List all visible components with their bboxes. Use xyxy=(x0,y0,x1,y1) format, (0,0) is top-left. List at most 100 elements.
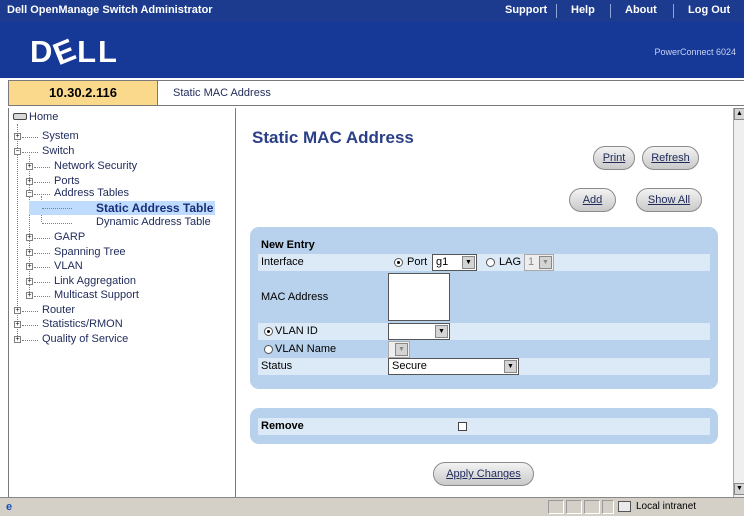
lag-select-value: 1 xyxy=(528,256,535,268)
scroll-down-icon[interactable]: ▼ xyxy=(734,483,744,495)
separator xyxy=(673,4,674,18)
brand-bar: DELL PowerConnect 6024 xyxy=(0,22,744,78)
tree-item-network-security[interactable]: Network Security xyxy=(54,160,137,172)
vlan-id-radio[interactable] xyxy=(264,327,273,336)
print-button[interactable]: Print xyxy=(593,146,635,170)
dell-logo: DELL xyxy=(30,31,119,73)
vlan-id-label: VLAN ID xyxy=(275,325,318,337)
vlan-name-radio[interactable] xyxy=(264,345,273,354)
expand-icon[interactable]: + xyxy=(26,249,33,256)
port-radio[interactable] xyxy=(394,258,403,267)
apply-changes-button[interactable]: Apply Changes xyxy=(433,462,534,486)
expand-icon[interactable]: + xyxy=(14,133,21,140)
new-entry-heading-row: New Entry xyxy=(258,237,710,254)
remove-label: Remove xyxy=(261,420,304,432)
tree-line xyxy=(34,282,50,283)
page-title: Static MAC Address xyxy=(252,128,414,147)
breadcrumb: Static MAC Address xyxy=(173,87,271,99)
status-label: Status xyxy=(261,360,293,372)
tree-line xyxy=(34,167,50,168)
chevron-down-icon: ▼ xyxy=(395,343,408,356)
expand-icon[interactable]: + xyxy=(26,163,33,170)
tree-line xyxy=(22,340,38,341)
vlan-name-row: VLAN Name ▼ xyxy=(258,341,710,358)
mac-address-row: MAC Address xyxy=(258,271,710,323)
device-ip: 10.30.2.116 xyxy=(8,80,158,106)
tree-line xyxy=(42,208,72,209)
tree-item-static-address-table[interactable]: Static Address Table xyxy=(96,201,213,215)
separator xyxy=(610,4,611,18)
expand-icon[interactable]: + xyxy=(26,292,33,299)
tree-item-switch[interactable]: Switch xyxy=(42,145,74,157)
status-select[interactable]: Secure ▼ xyxy=(388,358,519,375)
expand-icon[interactable]: + xyxy=(14,336,21,343)
interface-label: Interface xyxy=(261,256,304,268)
port-label: Port xyxy=(407,256,428,268)
tree-item-ports[interactable]: Ports xyxy=(54,175,80,187)
tree-item-link-aggregation[interactable]: Link Aggregation xyxy=(54,275,136,287)
tree-line xyxy=(34,194,50,195)
tree-line xyxy=(22,325,38,326)
status-cell xyxy=(584,500,600,514)
status-value: Secure xyxy=(392,360,427,372)
tree-line xyxy=(22,152,38,153)
status-bar: e Local intranet xyxy=(0,497,744,516)
collapse-icon[interactable]: − xyxy=(26,190,33,197)
app-title: Dell OpenManage Switch Administrator xyxy=(7,4,213,16)
security-zone: Local intranet xyxy=(636,501,697,512)
tree-line xyxy=(34,267,50,268)
tree-item-multicast-support[interactable]: Multicast Support xyxy=(54,289,139,301)
remove-panel: Remove xyxy=(250,408,718,444)
mac-address-label: MAC Address xyxy=(261,291,329,303)
new-entry-heading: New Entry xyxy=(261,239,315,251)
vlan-name-select[interactable]: ▼ xyxy=(388,341,410,358)
status-cell xyxy=(548,500,564,514)
expand-icon[interactable]: + xyxy=(14,307,21,314)
remove-row: Remove xyxy=(258,418,710,435)
vlan-name-label: VLAN Name xyxy=(275,343,337,355)
collapse-icon[interactable]: − xyxy=(14,148,21,155)
chevron-down-icon: ▼ xyxy=(462,256,475,269)
tree-item-garp[interactable]: GARP xyxy=(54,231,85,243)
remove-checkbox[interactable] xyxy=(458,422,467,431)
show-all-button[interactable]: Show All xyxy=(636,188,702,212)
expand-icon[interactable]: + xyxy=(14,321,21,328)
about-link[interactable]: About xyxy=(625,4,657,16)
tree-item-address-tables[interactable]: Address Tables xyxy=(54,187,129,199)
refresh-button[interactable]: Refresh xyxy=(642,146,699,170)
tree-item-system[interactable]: System xyxy=(42,130,79,142)
logout-link[interactable]: Log Out xyxy=(688,4,730,16)
port-select-value: g1 xyxy=(436,256,449,268)
tree-item-home[interactable]: Home xyxy=(29,111,58,123)
mac-address-field[interactable] xyxy=(388,273,450,321)
chevron-down-icon: ▼ xyxy=(435,325,448,338)
support-link[interactable]: Support xyxy=(505,4,547,16)
scrollbar[interactable]: ▲ ▼ xyxy=(733,108,744,497)
add-button[interactable]: Add xyxy=(569,188,616,212)
status-cell xyxy=(566,500,582,514)
tree-item-statistics[interactable]: Statistics/RMON xyxy=(42,318,123,330)
expand-icon[interactable]: + xyxy=(26,278,33,285)
port-select[interactable]: g1 ▼ xyxy=(432,254,477,271)
help-link[interactable]: Help xyxy=(571,4,595,16)
home-icon xyxy=(13,113,27,120)
breadcrumb-bar: Static MAC Address xyxy=(158,80,744,106)
expand-icon[interactable]: + xyxy=(26,234,33,241)
vlan-id-select[interactable]: ▼ xyxy=(388,323,450,340)
tree-item-router[interactable]: Router xyxy=(42,304,75,316)
tree-item-spanning-tree[interactable]: Spanning Tree xyxy=(54,246,126,258)
tree-line xyxy=(34,238,50,239)
tree-line xyxy=(34,296,50,297)
expand-icon[interactable]: + xyxy=(26,178,33,185)
tree-line xyxy=(29,155,30,296)
tree-item-dynamic-address-table[interactable]: Dynamic Address Table xyxy=(96,216,211,228)
lag-radio[interactable] xyxy=(486,258,495,267)
separator xyxy=(556,4,557,18)
tree-item-quality-of-service[interactable]: Quality of Service xyxy=(42,333,128,345)
expand-icon[interactable]: + xyxy=(26,263,33,270)
tree-item-vlan[interactable]: VLAN xyxy=(54,260,83,272)
scroll-up-icon[interactable]: ▲ xyxy=(734,108,744,120)
status-cell xyxy=(602,500,614,514)
interface-row: Interface Port g1 ▼ LAG 1 ▼ xyxy=(258,254,710,271)
lag-select[interactable]: 1 ▼ xyxy=(524,254,554,271)
